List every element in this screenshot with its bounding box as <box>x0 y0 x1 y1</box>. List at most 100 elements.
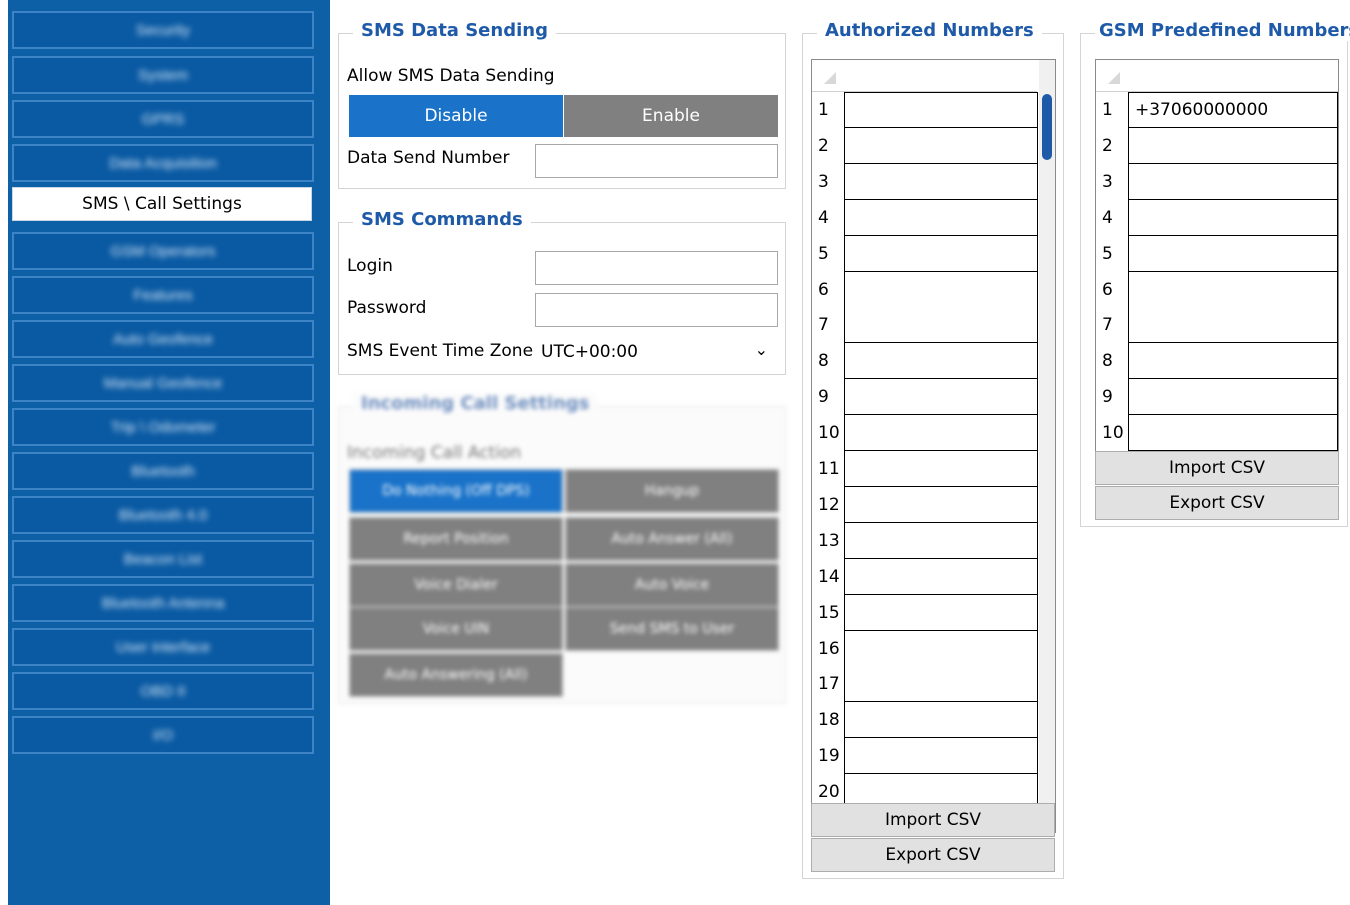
phone-number-cell[interactable] <box>1128 199 1338 236</box>
authorized-export-csv-button[interactable]: Export CSV <box>811 838 1055 872</box>
sms-data-sending-title: SMS Data Sending <box>353 20 556 41</box>
sidebar-item[interactable]: Beacon List <box>12 540 314 578</box>
sidebar: Security System GPRS Data Acquisition SMS \ … <box>0 0 330 905</box>
authorized-numbers-table: 1 2 3 4 5 6 7 8 9 10 11 12 13 14 15 16 17 18 19 20 <box>811 59 1056 833</box>
phone-number-cell[interactable] <box>1128 379 1338 416</box>
sidebar-item[interactable]: Manual Geofence <box>12 364 314 402</box>
authorized-import-csv-button[interactable]: Import CSV <box>811 803 1055 837</box>
sidebar-item[interactable]: Auto Geofence <box>12 320 314 358</box>
phone-number-cell[interactable] <box>844 163 1038 200</box>
incoming-call-action-button[interactable]: Voice UIN <box>349 607 563 651</box>
phone-number-cell[interactable] <box>844 558 1038 595</box>
sidebar-item-label: I/O <box>152 726 173 744</box>
phone-number-cell[interactable] <box>844 235 1038 272</box>
incoming-call-action-button[interactable]: Send SMS to User <box>565 607 779 651</box>
select-all-corner-icon <box>824 72 836 84</box>
sms-commands-title: SMS Commands <box>353 209 531 230</box>
phone-number-cell[interactable]: +37060000000 <box>1128 92 1338 128</box>
sidebar-item-label: Bluetooth Antenna <box>101 594 225 612</box>
row-index: 4 <box>1096 199 1128 236</box>
table-row: 8 <box>812 343 1038 380</box>
sidebar-item[interactable]: GSM Operators <box>12 232 314 270</box>
sidebar-item-label: User Interface <box>115 638 211 656</box>
row-index: 4 <box>812 199 844 236</box>
incoming-call-action-button[interactable]: Hangup <box>565 469 779 513</box>
phone-number-cell[interactable] <box>844 630 1038 667</box>
enable-button[interactable]: Enable <box>564 95 778 137</box>
disable-button[interactable]: Disable <box>349 95 563 137</box>
phone-number-cell[interactable] <box>1128 415 1338 452</box>
allow-sms-data-sending-label: Allow SMS Data Sending <box>347 66 555 86</box>
phone-number-cell[interactable] <box>844 666 1038 703</box>
sidebar-item[interactable]: SMS \ Call Settings <box>12 187 312 221</box>
phone-number-cell[interactable] <box>844 343 1038 380</box>
phone-number-cell[interactable] <box>844 451 1038 487</box>
row-index: 17 <box>812 666 844 703</box>
sidebar-item[interactable]: Bluetooth <box>12 452 314 490</box>
phone-number-cell[interactable] <box>844 92 1038 128</box>
phone-number-cell[interactable] <box>844 702 1038 739</box>
incoming-call-action-button[interactable]: Report Position <box>349 517 563 561</box>
sidebar-item[interactable]: Data Acquisition <box>12 144 314 182</box>
phone-number-cell[interactable] <box>844 522 1038 559</box>
table-row: 2 <box>1096 127 1338 164</box>
phone-number-cell[interactable] <box>844 415 1038 452</box>
authorized-numbers-title: Authorized Numbers <box>817 20 1042 41</box>
phone-number-cell[interactable] <box>844 738 1038 775</box>
login-input[interactable] <box>535 251 778 285</box>
table-row: 5 <box>812 235 1038 272</box>
table-row: 8 <box>1096 343 1338 380</box>
row-index: 3 <box>812 163 844 200</box>
row-index: 5 <box>812 235 844 272</box>
row-index: 11 <box>812 451 844 487</box>
row-index: 1 <box>812 92 844 128</box>
scroll-thumb[interactable] <box>1042 94 1052 160</box>
incoming-call-action-button[interactable]: Voice Dialer <box>349 563 563 607</box>
incoming-call-action-button[interactable]: Auto Answering (All) <box>349 653 563 697</box>
sidebar-item[interactable]: Trip \ Odometer <box>12 408 314 446</box>
phone-number-cell[interactable] <box>1128 127 1338 164</box>
incoming-call-action-button[interactable]: Do Nothing (Off DPS) <box>349 469 563 513</box>
row-index: 6 <box>812 271 844 308</box>
phone-number-cell[interactable] <box>1128 343 1338 380</box>
phone-number-cell[interactable] <box>1128 235 1338 272</box>
table-row: 17 <box>812 666 1038 703</box>
incoming-call-action-button[interactable]: Auto Voice <box>565 563 779 607</box>
row-index: 3 <box>1096 163 1128 200</box>
sidebar-item[interactable]: Security <box>12 11 314 49</box>
sidebar-item[interactable]: Features <box>12 276 314 314</box>
chevron-down-icon: ⌄ <box>754 340 768 359</box>
phone-number-cell[interactable] <box>1128 271 1338 308</box>
sidebar-item[interactable]: User Interface <box>12 628 314 666</box>
authorized-numbers-scrollbar[interactable] <box>1039 60 1055 832</box>
time-zone-select[interactable]: UTC+00:00 ⌄ <box>535 335 778 369</box>
table-row: 6 <box>1096 271 1338 308</box>
table-row: 9 <box>1096 379 1338 416</box>
phone-number-cell[interactable] <box>844 486 1038 523</box>
sidebar-item[interactable]: I/O <box>12 716 314 754</box>
gsm-import-csv-button[interactable]: Import CSV <box>1095 451 1339 485</box>
table-row: 15 <box>812 594 1038 631</box>
row-index: 19 <box>812 738 844 775</box>
phone-number-cell[interactable] <box>844 307 1038 344</box>
password-input[interactable] <box>535 293 778 327</box>
sidebar-item[interactable]: Bluetooth Antenna <box>12 584 314 622</box>
data-send-number-input[interactable] <box>535 144 778 178</box>
table-row: 11 <box>812 451 1038 487</box>
sidebar-item[interactable]: System <box>12 56 314 94</box>
gsm-export-csv-button[interactable]: Export CSV <box>1095 486 1339 520</box>
phone-number-cell[interactable] <box>844 379 1038 416</box>
phone-number-cell[interactable] <box>1128 307 1338 344</box>
sidebar-item-label: GSM Operators <box>110 242 216 260</box>
sidebar-item[interactable]: GPRS <box>12 100 314 138</box>
sidebar-item[interactable]: Bluetooth 4.0 <box>12 496 314 534</box>
table-row: 2 <box>812 127 1038 164</box>
phone-number-cell[interactable] <box>1128 163 1338 200</box>
incoming-call-action-button[interactable]: Auto Answer (All) <box>565 517 779 561</box>
table-row: 4 <box>1096 199 1338 236</box>
phone-number-cell[interactable] <box>844 199 1038 236</box>
phone-number-cell[interactable] <box>844 271 1038 308</box>
sidebar-item[interactable]: OBD II <box>12 672 314 710</box>
phone-number-cell[interactable] <box>844 127 1038 164</box>
phone-number-cell[interactable] <box>844 594 1038 631</box>
